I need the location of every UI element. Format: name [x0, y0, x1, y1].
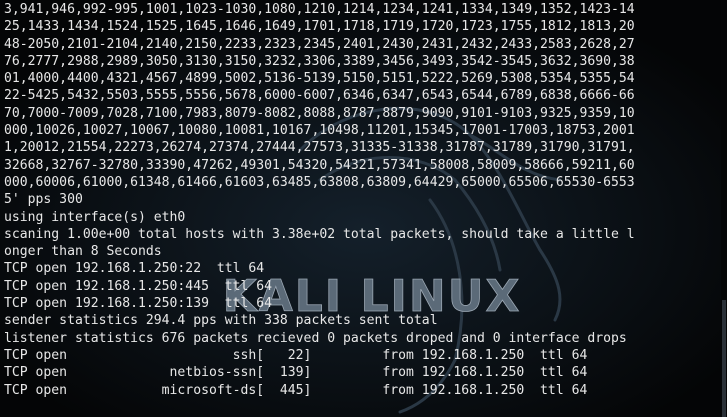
terminal-line: TCP open ssh[ 22] from 192.168.1.250 ttl…: [4, 347, 588, 363]
terminal-line: 000,10026,10027,10067,10080,10081,10167,…: [4, 123, 635, 139]
terminal-line: TCP open 192.168.1.250:139 ttl 64: [4, 296, 273, 312]
terminal-line: 25,1433,1434,1524,1525,1645,1646,1649,17…: [4, 19, 635, 35]
terminal-line: TCP open netbios-ssn[ 139] from 192.168.…: [4, 365, 588, 381]
terminal-line: 3,941,946,992-995,1001,1023-1030,1080,12…: [4, 2, 635, 17]
terminal-line: 1,20012,21554,22273,26274,27374,27444,27…: [4, 140, 635, 156]
terminal-line: 48-2050,2101-2104,2140,2150,2233,2323,23…: [4, 36, 635, 52]
terminal-line: scaning 1.00e+00 total hosts with 3.38e+…: [4, 226, 635, 242]
terminal-line: 76,2777,2988,2989,3050,3130,3150,3232,33…: [4, 53, 635, 69]
terminal-line: sender statistics 294.4 pps with 338 pac…: [4, 313, 438, 329]
terminal-line: onger than 8 Seconds: [4, 244, 162, 260]
terminal-line: TCP open 192.168.1.250:22 ttl 64: [4, 261, 265, 277]
terminal-line: 5' pps 300: [4, 192, 83, 208]
terminal-line: 22-5425,5432,5503,5555,5556,5678,6000-60…: [4, 88, 635, 104]
terminal-line: 70,7000-7009,7028,7100,7983,8079-8082,80…: [4, 105, 635, 121]
terminal-line: 01,4000,4400,4321,4567,4899,5002,5136-51…: [4, 71, 635, 87]
terminal-line: 32668,32767-32780,33390,47262,49301,5432…: [4, 157, 635, 173]
terminal-line: using interface(s) eth0: [4, 209, 186, 225]
terminal-line: TCP open 192.168.1.250:445 ttl 64: [4, 278, 273, 294]
terminal-output: 3,941,946,992-995,1001,1023-1030,1080,12…: [4, 1, 727, 399]
terminal-window[interactable]: KALI LINUX 3,941,946,992-995,1001,1023-1…: [0, 0, 727, 417]
terminal-line: 000,60006,61000,61348,61466,61603,63485,…: [4, 174, 635, 190]
terminal-line: listener statistics 676 packets recieved…: [4, 330, 627, 346]
terminal-scrollbar[interactable]: [721, 0, 727, 417]
terminal-line: TCP open microsoft-ds[ 445] from 192.168…: [4, 382, 588, 398]
